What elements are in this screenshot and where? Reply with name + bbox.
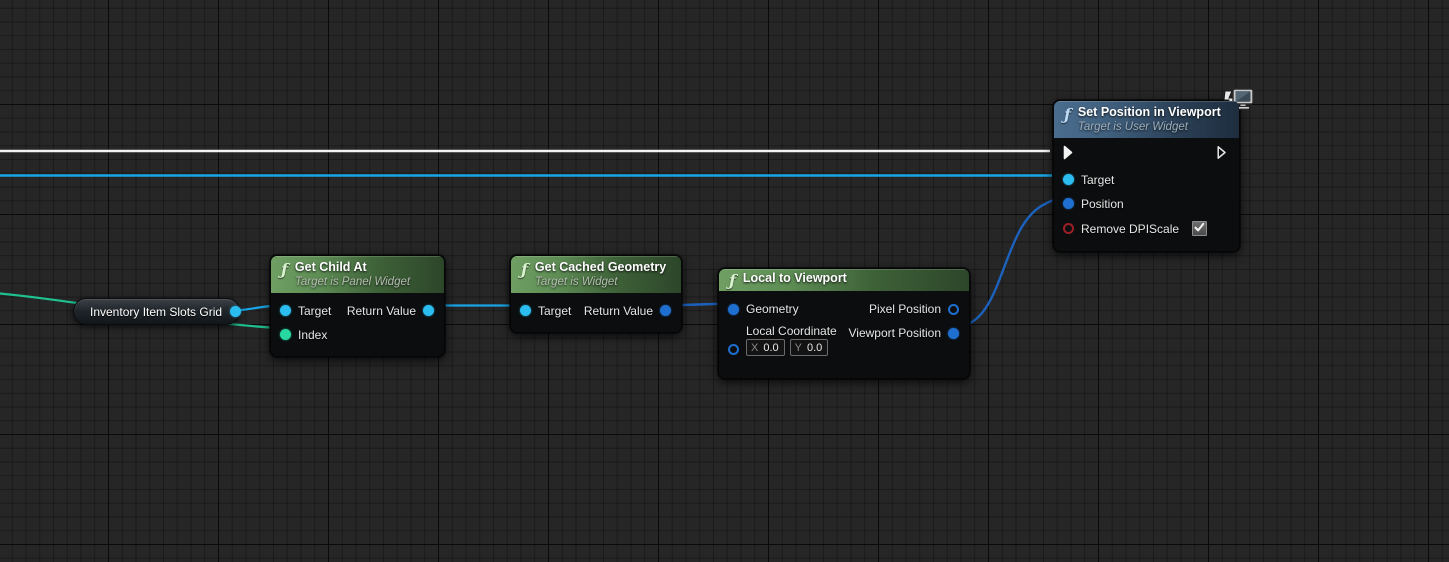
axis-label-x: X (751, 341, 759, 354)
remove-dpiscale-checkbox[interactable] (1192, 220, 1208, 238)
pin-row: Position (1054, 192, 1239, 216)
node-get-cached-geometry[interactable]: ƒ Get Cached Geometry Target is Widget T… (510, 255, 682, 333)
input-pin-local-coordinate[interactable] (728, 344, 739, 355)
node-header[interactable]: ƒ Local to Viewport (719, 269, 969, 291)
output-pin-return-value[interactable] (660, 305, 671, 317)
pin-row: Target Return Value (511, 299, 681, 323)
pin-label: Viewport Position (848, 326, 942, 340)
node-subtitle: Target is User Widget (1077, 120, 1188, 133)
variable-node-inventory-item-slots-grid[interactable]: Inventory Item Slots Grid (73, 298, 242, 325)
exec-input-pin[interactable] (1063, 145, 1076, 165)
axis-label-y: Y (794, 341, 802, 354)
pin-label: Geometry (746, 302, 799, 316)
pin-label: Return Value (583, 303, 653, 318)
pin-label: Local Coordinate (746, 324, 837, 338)
node-title: Get Child At (294, 260, 367, 274)
pin-row: Local Coordinate X 0.0 Y 0.0 Viewport Po… (719, 321, 969, 367)
pin-label: Return Value (346, 303, 416, 318)
wire-viewport-to-position (954, 198, 1059, 329)
input-pin-target[interactable] (1063, 174, 1074, 186)
pin-label: Target (298, 303, 332, 318)
node-subtitle: Target is Panel Widget (294, 275, 411, 288)
pin-label: Pixel Position (868, 302, 941, 316)
node-body: Target Return Value (511, 292, 681, 332)
node-title: Set Position in Viewport (1077, 105, 1221, 119)
output-pin-pixel-position[interactable] (948, 303, 959, 315)
pin-label: Target (1081, 172, 1115, 187)
node-title: Local to Viewport (742, 271, 847, 285)
node-body: Target Return Value Index (271, 292, 444, 356)
pin-row: Target (1054, 168, 1239, 192)
output-pin-viewport-position[interactable] (948, 327, 959, 339)
variable-output-pin[interactable] (230, 306, 242, 317)
exec-output-pin[interactable] (1216, 145, 1229, 165)
pin-row: Target Return Value (271, 299, 444, 323)
pin-row: Remove DPIScale (1054, 216, 1239, 242)
local-coordinate-x-field[interactable]: X 0.0 (746, 339, 785, 356)
function-f-icon: ƒ (521, 260, 528, 279)
node-subtitle: Target is Widget (534, 275, 618, 288)
pin-label: Remove DPIScale (1081, 221, 1180, 236)
node-get-child-at[interactable]: ƒ Get Child At Target is Panel Widget Ta… (270, 255, 445, 357)
axis-value-x[interactable]: 0.0 (763, 342, 778, 354)
node-title: Get Cached Geometry (534, 260, 667, 274)
function-f-icon: ƒ (729, 271, 736, 290)
output-pin-return-value[interactable] (423, 305, 434, 317)
input-pin-geometry[interactable] (728, 303, 739, 315)
pin-label: Target (538, 303, 572, 318)
node-body: Target Position Remove DPIScale (1054, 137, 1239, 251)
input-pin-target[interactable] (520, 305, 531, 317)
node-header[interactable]: ƒ Get Child At Target is Panel Widget (271, 256, 444, 293)
function-f-icon: ƒ (281, 260, 288, 279)
input-pin-position[interactable] (1063, 198, 1074, 210)
pin-label: Index (298, 327, 328, 342)
input-pin-index[interactable] (280, 329, 291, 341)
checkmark-icon (1194, 220, 1205, 238)
local-coordinate-y-field[interactable]: Y 0.0 (789, 339, 829, 356)
node-set-position-in-viewport[interactable]: ƒ Set Position in Viewport Target is Use… (1053, 88, 1254, 252)
node-header[interactable]: ƒ Set Position in Viewport Target is Use… (1054, 101, 1239, 138)
node-header[interactable]: ƒ Get Cached Geometry Target is Widget (511, 256, 681, 293)
pin-row: Index (271, 323, 444, 347)
pin-row: Geometry Pixel Position (719, 297, 969, 321)
input-pin-target[interactable] (280, 305, 291, 317)
axis-value-y[interactable]: 0.0 (807, 342, 822, 354)
local-coordinate-fields: X 0.0 Y 0.0 (746, 339, 837, 356)
exec-pin-row (1054, 142, 1239, 168)
node-body: Geometry Pixel Position Local Coordinate… (719, 291, 969, 378)
node-local-to-viewport[interactable]: ƒ Local to Viewport Geometry Pixel Posit… (718, 268, 970, 379)
input-pin-remove-dpiscale[interactable] (1063, 223, 1074, 235)
pin-label: Position (1081, 196, 1124, 211)
function-f-icon: ƒ (1064, 105, 1071, 124)
variable-label: Inventory Item Slots Grid (90, 304, 223, 319)
